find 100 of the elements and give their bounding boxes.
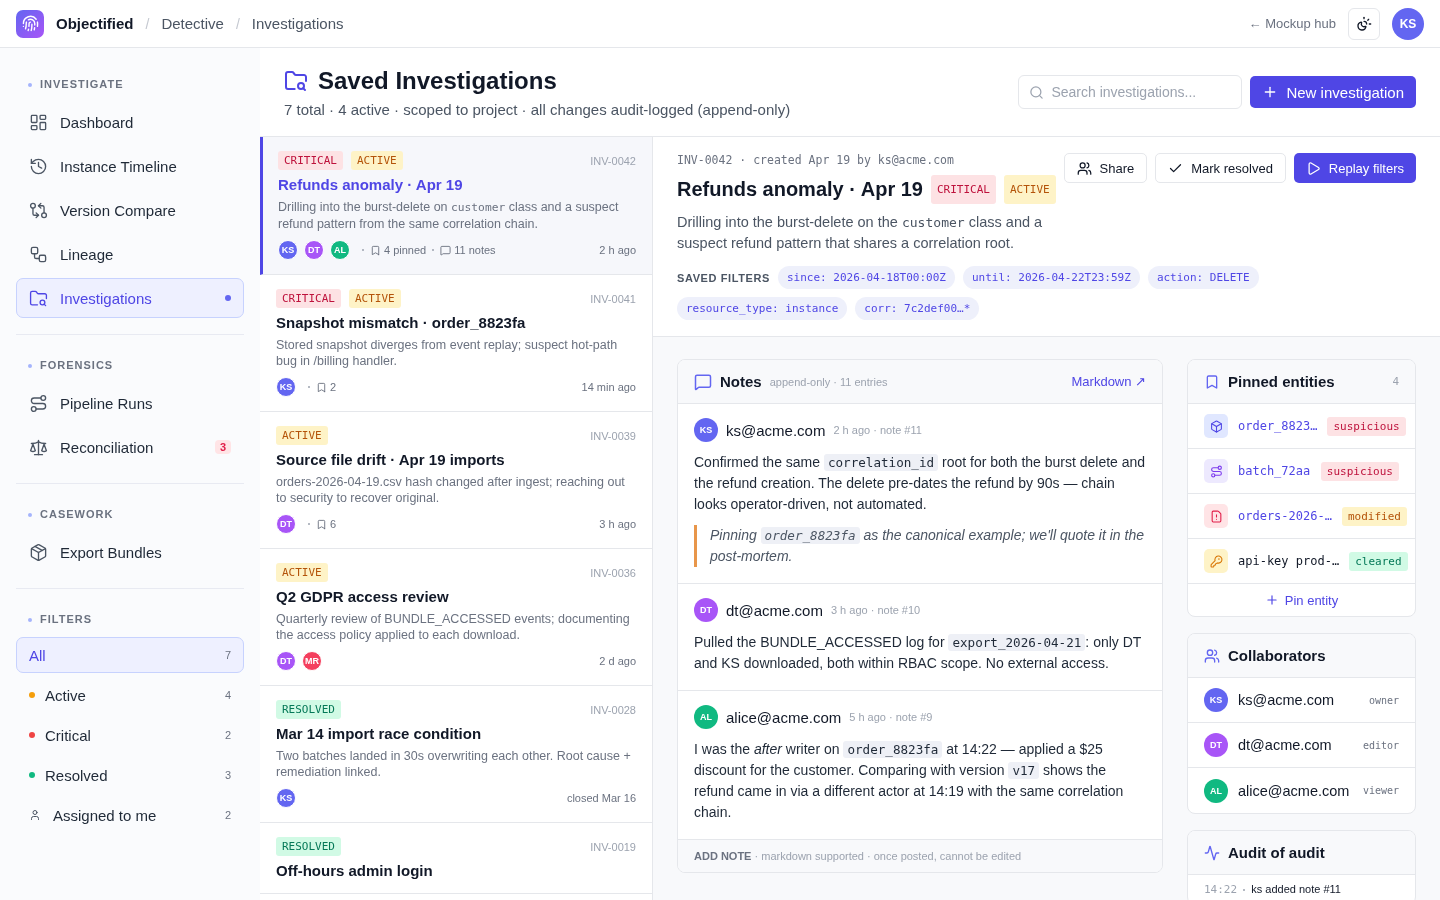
investigation-title: Mar 14 import race condition: [276, 725, 483, 742]
filter-item[interactable]: All 7: [16, 637, 244, 673]
section-title: INVESTIGATE: [16, 72, 244, 98]
hub-link[interactable]: ← Mockup hub: [1248, 16, 1336, 31]
avatar: KS: [1204, 688, 1228, 712]
panel-title: Notes: [720, 373, 762, 390]
audit-entry: 14:22 ks added note #11: [1203, 882, 1342, 898]
investigation-description: Drilling into the burst-delete on the customer class and a suspect refund pattern that shares a correlation root.: [677, 213, 1044, 253]
history-icon: [29, 156, 48, 176]
investigation-description: Quarterly review of BUNDLE_ACCESSED events; documenting the access policy applied to each download.: [276, 611, 631, 643]
notes-count: 11 notes: [454, 244, 496, 256]
add-note-hint: ADD NOTE · markdown supported · once posted, cannot be edited: [678, 840, 1162, 872]
investigation-title: Q2 GDPR access review: [276, 588, 450, 605]
breadcrumb-link[interactable]: Investigations: [251, 15, 344, 32]
timestamp: 2 d ago: [599, 655, 636, 667]
status-tag: CRITICAL: [276, 289, 341, 308]
avatar: DT: [276, 514, 296, 534]
avatar: KS: [276, 377, 296, 397]
page-title: Saved Investigations: [318, 66, 557, 95]
nav-item[interactable]: Dashboard: [16, 102, 244, 142]
person-icon: [29, 809, 41, 821]
note-meta: 3 h ago · note #10: [830, 604, 921, 616]
nav-item[interactable]: Version Compare: [16, 190, 244, 230]
new-investigation-button[interactable]: New investigation: [1250, 76, 1416, 108]
note-author: dt@acme.com: [726, 601, 823, 619]
status-tag: ACTIVE: [351, 151, 403, 170]
timestamp: 3 h ago: [599, 518, 636, 530]
status-tag: ACTIVE: [276, 563, 328, 582]
filter-chip: resource_type: instance: [677, 297, 848, 320]
section-title: CASEWORK: [16, 502, 244, 528]
filter-item[interactable]: Critical 2: [16, 717, 244, 753]
entity-link[interactable]: batch_72aa: [1238, 464, 1311, 478]
people-icon: [1076, 160, 1092, 176]
replay-button[interactable]: Replay filters: [1293, 153, 1416, 183]
breadcrumb-link[interactable]: Objectified: [56, 15, 134, 32]
breadcrumb-separator: /: [235, 15, 240, 32]
investigation-title: Refunds anomaly · Apr 19: [278, 176, 464, 193]
timestamp: closed Mar 16: [566, 792, 636, 804]
collaborator-email: ks@acme.com: [1238, 692, 1336, 708]
nav-item[interactable]: Pipeline Runs: [16, 383, 244, 423]
investigation-id: INV-0028: [590, 703, 636, 716]
page-subtitle: 7 total · 4 active · scoped to project · all changes audit-logged (append-only): [284, 100, 792, 118]
filters-label: SAVED FILTERS: [677, 271, 770, 284]
entity-link[interactable]: orders-2026-…: [1238, 509, 1332, 523]
pin-entity-link[interactable]: Pin entity: [1188, 584, 1415, 616]
sun-moon-icon: [1356, 15, 1372, 32]
avatar: DT: [304, 240, 324, 260]
avatar: AL: [330, 240, 350, 260]
flow-icon: [29, 244, 48, 264]
breadcrumb-link[interactable]: Detective: [161, 15, 224, 32]
route-icon: [29, 393, 48, 413]
status-tag: RESOLVED: [276, 837, 341, 856]
folder-search-icon: [284, 68, 308, 93]
investigation-description: Drilling into the burst-delete on customer class and a suspect refund pattern from the same correlation chain.: [278, 199, 620, 232]
key-icon: [1204, 549, 1228, 573]
nav-item[interactable]: Investigations: [16, 278, 244, 318]
nav-item[interactable]: Reconciliation 3: [16, 427, 244, 467]
share-button[interactable]: Share: [1063, 153, 1148, 183]
resolve-button[interactable]: Mark resolved: [1155, 153, 1286, 183]
collaborator-role: owner: [1368, 694, 1399, 706]
fingerprint-logo[interactable]: [16, 9, 44, 38]
scale-icon: [29, 437, 48, 457]
collaborator-role: viewer: [1362, 785, 1399, 796]
theme-toggle-button[interactable]: [1348, 7, 1380, 40]
filter-item[interactable]: Resolved 3: [16, 757, 244, 793]
filter-chip: corr: 7c2def00…*: [855, 297, 980, 320]
entity-link[interactable]: order_8823…: [1238, 419, 1318, 433]
play-icon: [1305, 160, 1321, 176]
entity-link[interactable]: api-key prod-…: [1238, 554, 1340, 568]
status-tag: ACTIVE: [276, 426, 328, 445]
filter-item[interactable]: Assigned to me 2: [16, 797, 244, 833]
pinned-count: 4: [1392, 375, 1399, 388]
investigation-description: orders-2026-04-19.csv hash changed after ingest; reaching out to security to recover original.: [276, 474, 626, 506]
avatar: KS: [694, 418, 718, 442]
note-text: Confirmed the same correlation_id root for both the burst delete and the refund creation. The delete pre-dates the refund by 90s — chain looks operator-driven, not automated.: [694, 453, 1146, 514]
nav-item[interactable]: Instance Timeline: [16, 146, 244, 186]
collaborator-email: dt@acme.com: [1238, 737, 1333, 753]
nav-item[interactable]: Export Bundles: [16, 532, 244, 572]
status-tag: ACTIVE: [349, 289, 401, 308]
nav-item[interactable]: Lineage: [16, 234, 244, 274]
panel-subtitle: append-only · 11 entries: [769, 375, 888, 388]
avatar: KS: [276, 788, 296, 808]
investigation-card[interactable]: CRITICAL ACTIVE INV-0042 Refunds anomaly · Apr 19 Drilling into the burst-delete on customer class and a suspect refund pattern from the same correlation chain. KS DT AL 4 pinned 11 notes 2 h ago: [260, 137, 652, 275]
avatar: KS: [278, 240, 298, 260]
search-field[interactable]: Search investigations...: [1018, 75, 1243, 109]
route-icon: [1204, 459, 1228, 483]
filter-item[interactable]: Active 4: [16, 677, 244, 713]
breadcrumb-separator: /: [145, 15, 150, 32]
avatar: AL: [694, 705, 718, 729]
investigation-description: Stored snapshot diverges from event replay; suspect hot-path bug in /billing handler.: [276, 337, 619, 369]
avatar: DT: [1204, 733, 1228, 757]
investigation-title: Refunds anomaly · Apr 19: [677, 178, 923, 201]
filter-chip: until: 2026-04-22T23:59Z: [962, 266, 1140, 289]
avatar: AL: [1204, 778, 1228, 803]
markdown-link[interactable]: Markdown ↗: [1071, 374, 1146, 389]
filter-chip: action: DELETE: [1147, 266, 1259, 289]
user-avatar[interactable]: KS: [1392, 7, 1424, 40]
bookmark-icon: [316, 381, 327, 393]
entity-tag: cleared: [1349, 551, 1408, 571]
investigation-id: INV-0042: [590, 154, 636, 167]
